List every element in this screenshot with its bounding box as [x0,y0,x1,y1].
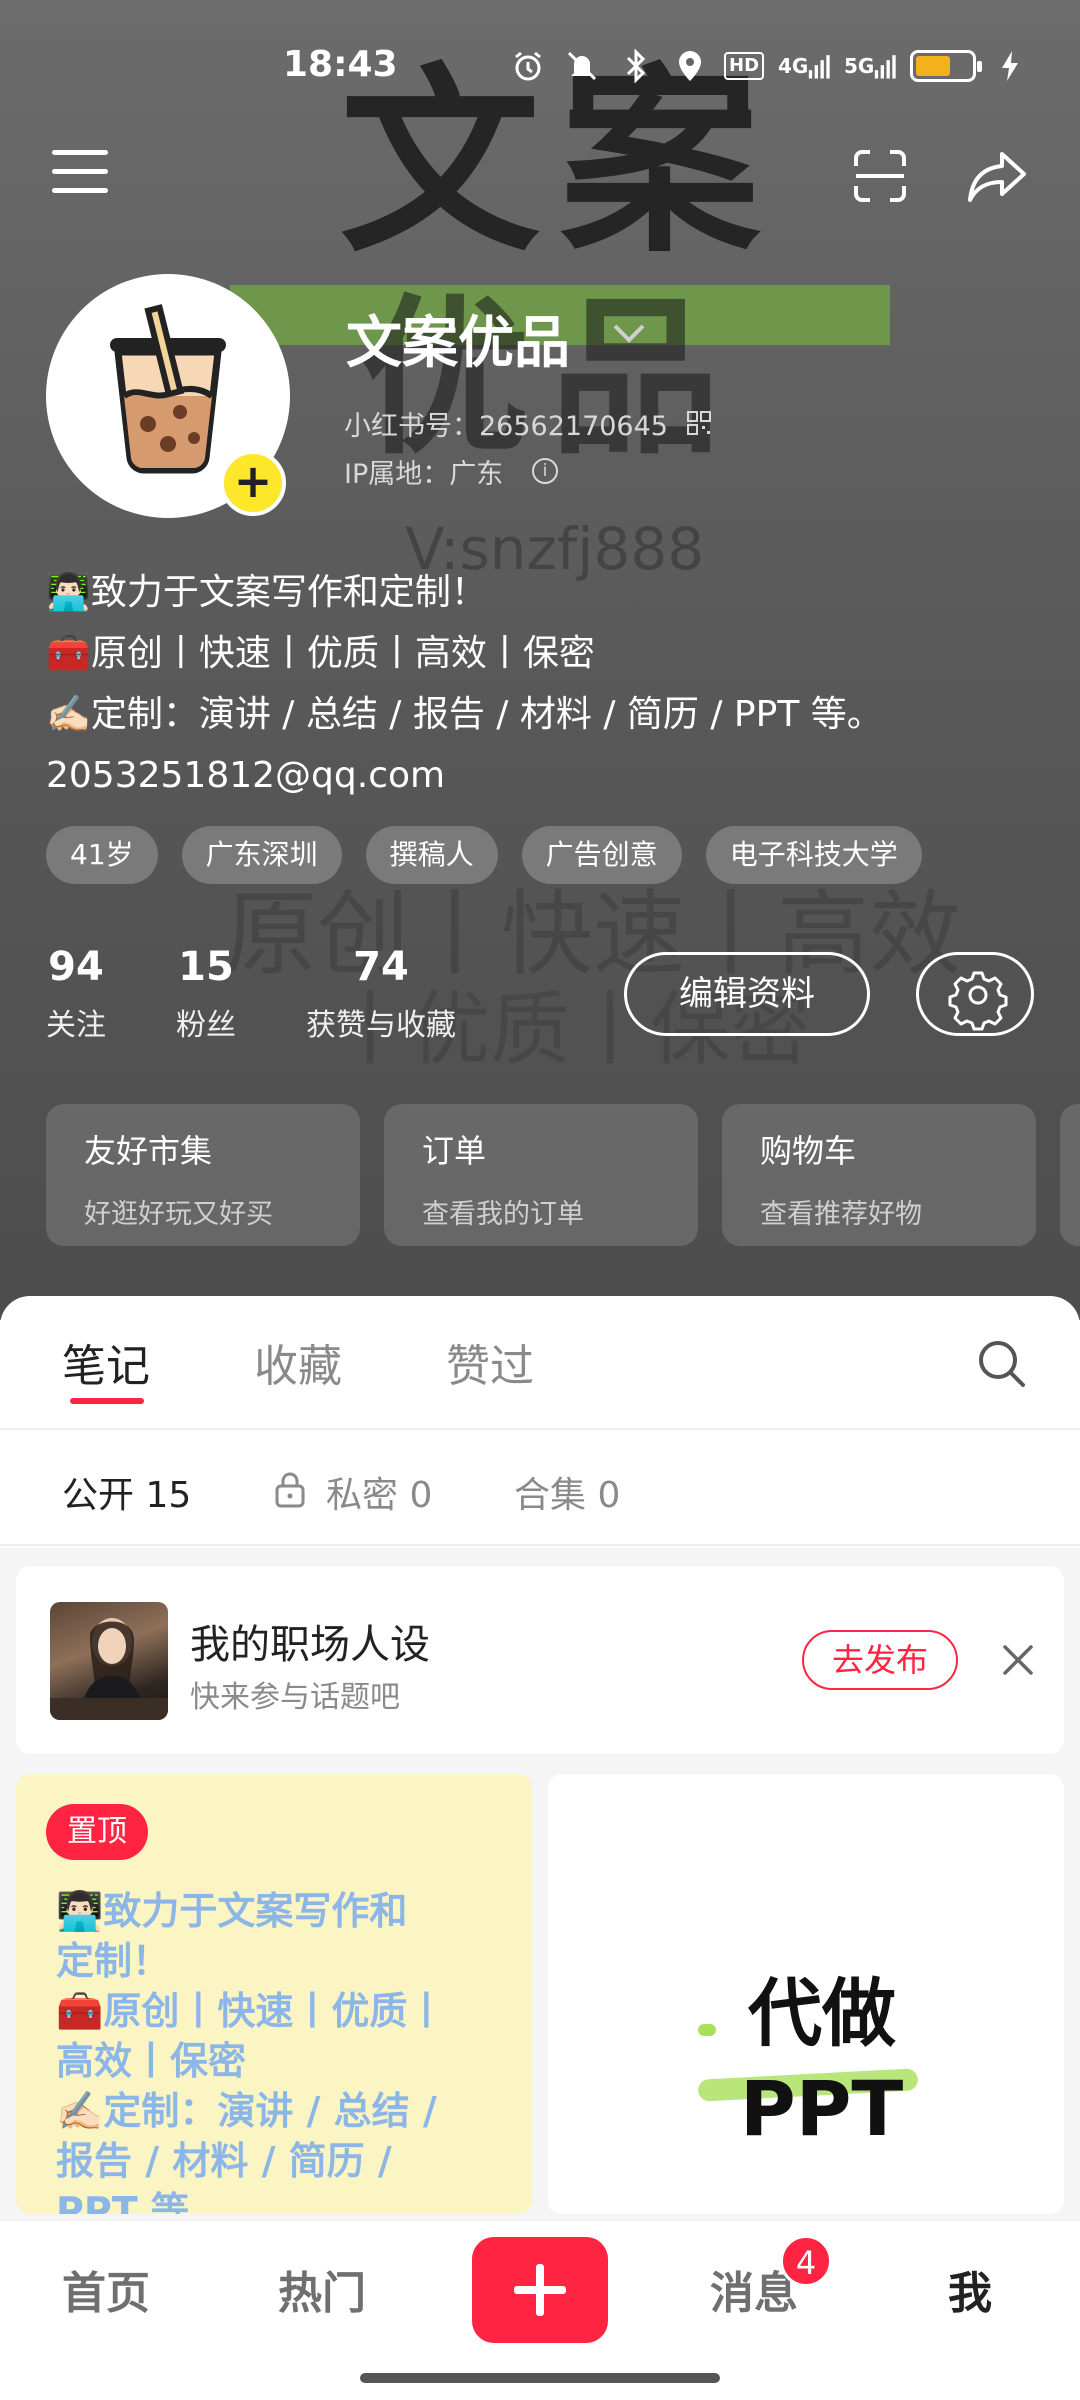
status-time: 18:43 [283,44,398,85]
tag-location: 广东深圳 [181,826,342,884]
hd-icon: HD [724,46,765,86]
lock-icon [275,1472,305,1508]
share-icon[interactable] [966,148,1030,204]
cover-decoration [698,2024,716,2036]
tag-age: 41岁 [46,826,158,884]
topic-title: 我的职场人设 [190,1622,430,1668]
subtab-albums[interactable]: 合集 0 [514,1466,620,1518]
profile-name[interactable]: 文案优品 [346,298,570,379]
note-cover-text: 👨🏻‍💻致力于文案写作和 定制！ 🧰原创丨快速丨优质丨 高效丨保密 ✍🏻定制：演… [56,1889,446,2214]
nav-trending[interactable]: 热门 [278,2257,366,2321]
tab-liked[interactable]: 赞过 [446,1330,534,1394]
tag-school: 电子科技大学 [705,826,922,884]
topic-prompt-card[interactable]: 我的职场人设 快来参与话题吧 去发布 [16,1566,1064,1754]
close-icon[interactable] [1000,1642,1036,1678]
sub-tabs: 公开 15 私密 0 合集 0 [0,1430,1080,1546]
qrcode-icon[interactable] [686,410,712,436]
ip-location: IP属地：广东 [344,459,504,490]
info-icon[interactable]: i [532,458,558,484]
create-post-button[interactable] [472,2237,608,2343]
charging-icon [990,46,1030,86]
note-cover-title: 代做 [748,1971,896,2057]
stat-followers[interactable]: 15 粉丝 [176,944,236,1044]
alarm-icon [508,46,548,86]
stat-following[interactable]: 94 关注 [46,944,106,1044]
note-card-ppt[interactable]: 代做 PPT [548,1774,1064,2214]
card-more[interactable] [1060,1104,1080,1246]
battery-icon [910,50,982,82]
profile-bio: 👨🏻‍💻致力于文案写作和定制！ 🧰原创丨快速丨优质丨高效丨保密 ✍🏻定制：演讲 … [46,562,883,806]
location-icon [670,46,710,86]
note-cover-subtitle: PPT [740,2064,904,2153]
tab-notes[interactable]: 笔记 [62,1330,150,1394]
signal-4g-icon: 4G [778,46,830,86]
tab-collections[interactable]: 收藏 [254,1330,342,1394]
main-tabs: 笔记 收藏 赞过 [0,1296,1080,1430]
subtab-public[interactable]: 公开 15 [62,1466,191,1518]
status-icons: HD 4G 5G [508,46,1030,86]
nav-home[interactable]: 首页 [62,2257,150,2321]
pinned-badge: 置顶 [46,1804,148,1860]
subtab-private[interactable]: 私密 0 [326,1466,432,1518]
bluetooth-icon [616,46,656,86]
tag-industry: 广告创意 [521,826,682,884]
topic-thumbnail [50,1602,168,1720]
chevron-down-icon[interactable] [612,322,646,344]
bottom-nav: 首页 热门 消息 4 我 [0,2220,1080,2400]
profile-tags: 41岁 广东深圳 撰稿人 广告创意 电子科技大学 [46,826,922,884]
scan-icon[interactable] [852,148,908,204]
publish-button[interactable]: 去发布 [802,1630,958,1690]
card-market[interactable]: 友好市集 好逛好玩又好买 [46,1104,360,1246]
message-count-badge: 4 [780,2235,832,2287]
nav-me[interactable]: 我 [948,2257,992,2321]
bio-line: ✍🏻定制：演讲 / 总结 / 报告 / 材料 / 简历 / PPT 等。 [46,694,883,735]
tab-active-indicator [70,1398,144,1404]
note-card-pinned[interactable]: 置顶 👨🏻‍💻致力于文案写作和 定制！ 🧰原创丨快速丨优质丨 高效丨保密 ✍🏻定… [16,1774,532,2214]
stat-likes[interactable]: 74 获赞与收藏 [306,944,456,1044]
shortcut-cards: 友好市集 好逛好玩又好买 订单 查看我的订单 购物车 查看推荐好物 [46,1104,1080,1246]
mute-icon [562,46,602,86]
add-avatar-button[interactable]: + [220,450,286,516]
menu-button[interactable] [52,150,108,200]
user-id: 小红书号：26562170645 [344,411,668,442]
home-indicator[interactable] [360,2373,720,2383]
card-orders[interactable]: 订单 查看我的订单 [384,1104,698,1246]
profile-header: 文案 优品 V:snzfj888 原创丨快速丨高效 丨优质丨保密 18:43 H… [0,0,1080,1320]
edit-profile-button[interactable]: 编辑资料 [624,952,870,1036]
topic-subtitle: 快来参与话题吧 [190,1680,400,1715]
profile-stats: 94 关注 15 粉丝 74 获赞与收藏 [46,944,526,1044]
settings-button[interactable] [916,952,1034,1036]
gear-icon [948,971,1008,1031]
bio-line: 2053251812@qq.com [46,755,446,796]
tag-profession: 撰稿人 [365,826,498,884]
signal-5g-icon: 5G [844,46,896,86]
card-cart[interactable]: 购物车 查看推荐好物 [722,1104,1036,1246]
search-icon[interactable] [976,1338,1028,1390]
bio-line: 👨🏻‍💻致力于文案写作和定制！ [46,572,487,613]
status-bar: 18:43 HD 4G 5G [0,40,1080,96]
bio-line: 🧰原创丨快速丨优质丨高效丨保密 [46,633,595,674]
